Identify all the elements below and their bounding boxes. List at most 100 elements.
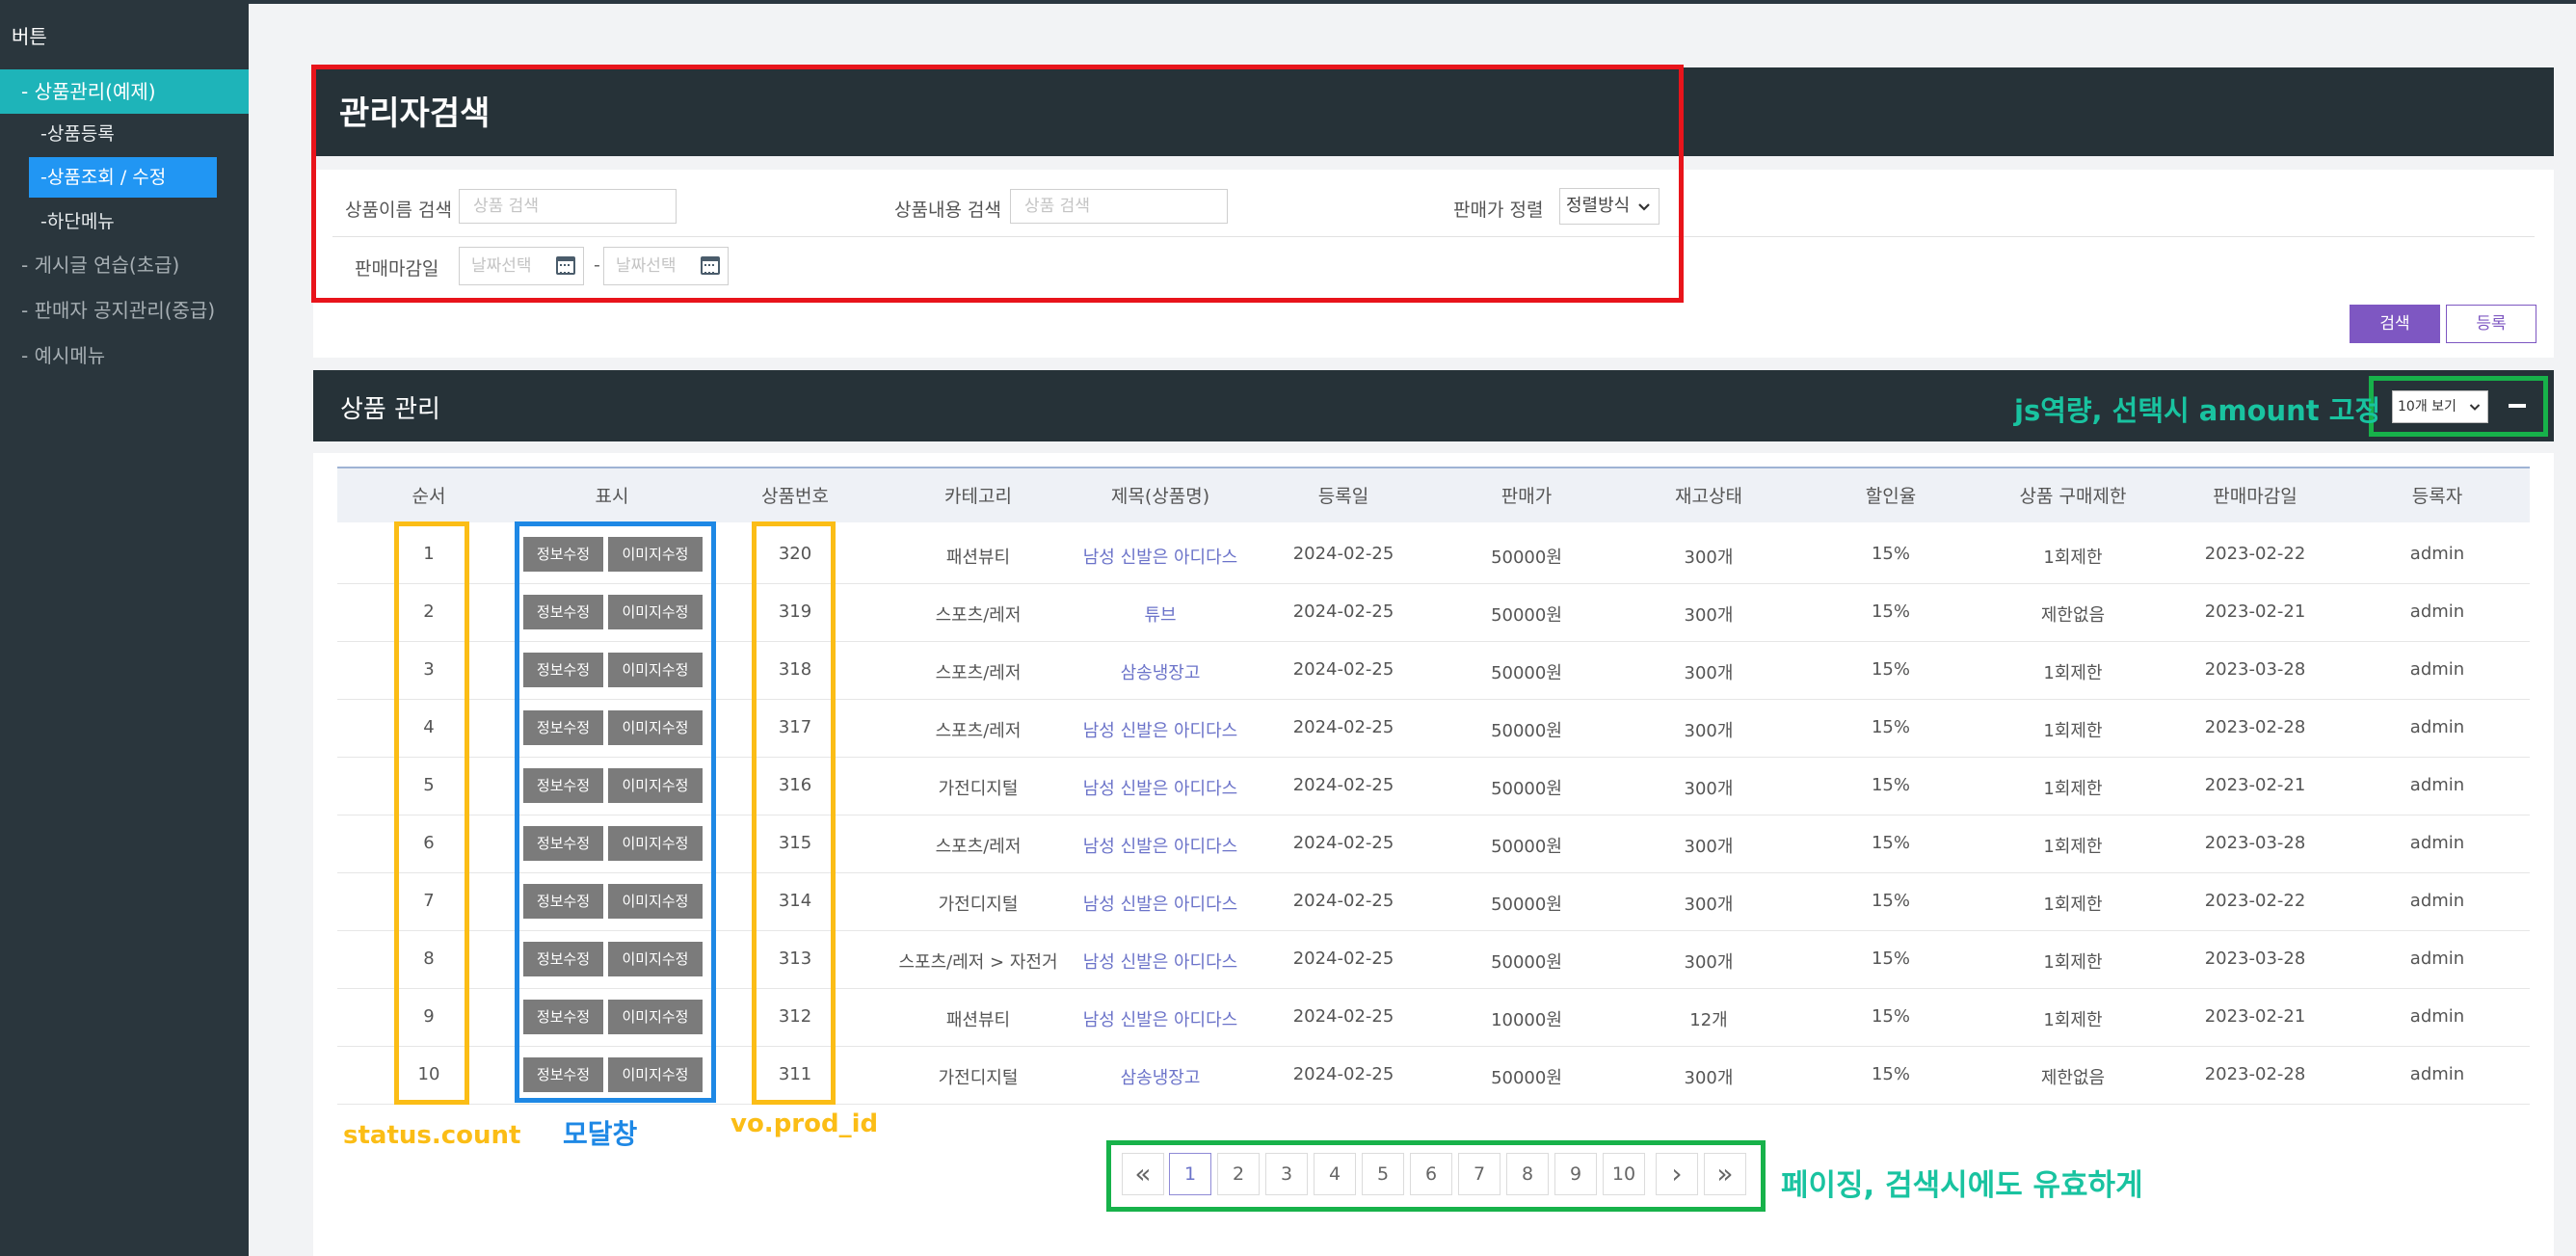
- table-cell-limit: 1회제한: [2043, 779, 2103, 799]
- table-cell-title[interactable]: 남성 신발은 아디다스: [1064, 891, 1257, 916]
- annotation-amount-note: js역량, 선택시 amount 고정: [2014, 394, 2381, 427]
- sidebar-subitem-bottom-menu[interactable]: -하단메뉴: [29, 201, 217, 242]
- sidebar-item-board-practice[interactable]: - 게시글 연습(초급): [0, 243, 249, 287]
- table-cell-price: 50000원: [1491, 952, 1562, 973]
- table-header-cell: 표시: [595, 486, 629, 507]
- table-cell-author: admin: [2409, 775, 2465, 795]
- annotation-paging-box: [1106, 1140, 1766, 1212]
- table-cell-price: 50000원: [1491, 895, 1562, 915]
- table-header-cell: 상품번호: [761, 486, 829, 507]
- table-cell-title[interactable]: 튜브: [1064, 601, 1257, 627]
- table-cell-discount: 15%: [1871, 949, 1910, 969]
- table-cell-stock: 300개: [1684, 952, 1734, 973]
- table-cell-author: admin: [2409, 717, 2465, 737]
- table-cell-author: admin: [2409, 1064, 2465, 1084]
- table-cell-discount: 15%: [1871, 775, 1910, 795]
- table-cell-deadline: 2023-02-22: [2204, 544, 2306, 564]
- table-cell-deadline: 2023-02-21: [2204, 601, 2306, 622]
- sidebar-brand: 버튼: [12, 25, 47, 48]
- table-cell-title[interactable]: 남성 신발은 아디다스: [1064, 717, 1257, 742]
- table-cell-discount: 15%: [1871, 659, 1910, 680]
- table-cell-author: admin: [2409, 659, 2465, 680]
- table-cell-category: 스포츠/레저: [935, 837, 1022, 857]
- table-cell-title[interactable]: 남성 신발은 아디다스: [1064, 544, 1257, 569]
- table-cell-title[interactable]: 남성 신발은 아디다스: [1064, 1006, 1257, 1031]
- table-cell-discount: 15%: [1871, 717, 1910, 737]
- table-cell-author: admin: [2409, 601, 2465, 622]
- table-cell-stock: 300개: [1684, 779, 1734, 799]
- table-cell-stock: 300개: [1684, 721, 1734, 741]
- table-header-cell: 등록일: [1317, 486, 1369, 507]
- table-cell-deadline: 2023-02-21: [2204, 775, 2306, 795]
- table-cell-discount: 15%: [1871, 601, 1910, 622]
- table-header-cell: 재고상태: [1675, 486, 1742, 507]
- table-cell-deadline: 2023-03-28: [2204, 833, 2306, 853]
- table-cell-title[interactable]: 남성 신발은 아디다스: [1064, 833, 1257, 858]
- annotation-paging-note: 페이징, 검색시에도 유효하게: [1781, 1168, 2143, 1203]
- sidebar-item-example-menu[interactable]: - 예시메뉴: [0, 334, 249, 378]
- table-cell-date: 2024-02-25: [1292, 659, 1394, 680]
- table-cell-stock: 300개: [1684, 663, 1734, 683]
- table-cell-price: 50000원: [1491, 1068, 1562, 1088]
- top-border: [0, 0, 2576, 4]
- table-cell-category: 가전디지털: [938, 895, 1019, 915]
- table-cell-limit: 제한없음: [2040, 1068, 2106, 1088]
- table-cell-date: 2024-02-25: [1292, 949, 1394, 969]
- table-cell-limit: 제한없음: [2040, 605, 2106, 626]
- table-header-cell: 상품 구매제한: [2019, 486, 2127, 507]
- table-cell-price: 50000원: [1491, 663, 1562, 683]
- table-cell-stock: 300개: [1684, 605, 1734, 626]
- table-cell-date: 2024-02-25: [1292, 833, 1394, 853]
- table-cell-price: 50000원: [1491, 721, 1562, 741]
- sidebar-subitem-product-register[interactable]: -상품등록: [29, 114, 217, 154]
- table-cell-author: admin: [2409, 833, 2465, 853]
- table-cell-limit: 1회제한: [2043, 895, 2103, 915]
- table-cell-category: 패션뷰티: [945, 548, 1011, 568]
- table-cell-deadline: 2023-02-22: [2204, 891, 2306, 911]
- table-cell-limit: 1회제한: [2043, 721, 2103, 741]
- product-panel-title: 상품 관리: [340, 395, 440, 424]
- table-cell-date: 2024-02-25: [1292, 544, 1394, 564]
- annotation-prodid-box: [752, 521, 836, 1105]
- annotation-prod-id: vo.prod_id: [730, 1109, 879, 1138]
- table-header-cell: 등록자: [2411, 486, 2463, 507]
- table-cell-title[interactable]: 삼송냉장고: [1064, 1064, 1257, 1089]
- table-cell-limit: 1회제한: [2043, 663, 2103, 683]
- table-cell-date: 2024-02-25: [1292, 891, 1394, 911]
- table-cell-price: 10000원: [1491, 1010, 1562, 1030]
- annotation-count-box: [394, 521, 469, 1105]
- table-cell-limit: 1회제한: [2043, 952, 2103, 973]
- sidebar-subitem-product-edit[interactable]: -상품조회 / 수정: [29, 157, 217, 198]
- table-cell-category: 가전디지털: [938, 1068, 1019, 1088]
- table-cell-title[interactable]: 남성 신발은 아디다스: [1064, 949, 1257, 974]
- search-button[interactable]: 검색: [2350, 305, 2440, 343]
- table-header-cell: 판매가: [1500, 486, 1553, 507]
- table-cell-title[interactable]: 삼송냉장고: [1064, 659, 1257, 684]
- table-cell-category: 스포츠/레저 > 자전거: [898, 952, 1058, 973]
- annotation-search-box: [311, 65, 1684, 303]
- table-cell-category: 스포츠/레저: [935, 721, 1022, 741]
- table-cell-date: 2024-02-25: [1292, 1064, 1394, 1084]
- table-cell-author: admin: [2409, 891, 2465, 911]
- sidebar-item-product-management[interactable]: - 상품관리(예제): [0, 69, 249, 114]
- table-cell-deadline: 2023-02-21: [2204, 1006, 2306, 1027]
- table-cell-limit: 1회제한: [2043, 1010, 2103, 1030]
- table-cell-title[interactable]: 남성 신발은 아디다스: [1064, 775, 1257, 800]
- table-cell-category: 패션뷰티: [945, 1010, 1011, 1030]
- table-cell-price: 50000원: [1491, 605, 1562, 626]
- table-cell-category: 스포츠/레저: [935, 605, 1022, 626]
- sidebar-item-seller-notice[interactable]: - 판매자 공지관리(중급): [0, 288, 249, 333]
- table-cell-discount: 15%: [1871, 891, 1910, 911]
- table-cell-category: 스포츠/레저: [935, 663, 1022, 683]
- table-cell-deadline: 2023-02-28: [2204, 717, 2306, 737]
- table-row-divider: [337, 1104, 2530, 1105]
- table-cell-date: 2024-02-25: [1292, 717, 1394, 737]
- table-cell-deadline: 2023-03-28: [2204, 949, 2306, 969]
- table-cell-discount: 15%: [1871, 1064, 1910, 1084]
- table-header-cell: 할인율: [1865, 486, 1917, 507]
- table-cell-stock: 12개: [1689, 1010, 1728, 1030]
- register-button[interactable]: 등록: [2446, 305, 2536, 343]
- table-cell-author: admin: [2409, 544, 2465, 564]
- annotation-status-count: status.count: [343, 1121, 521, 1150]
- table-header-cell: 제목(상품명): [1110, 486, 1210, 507]
